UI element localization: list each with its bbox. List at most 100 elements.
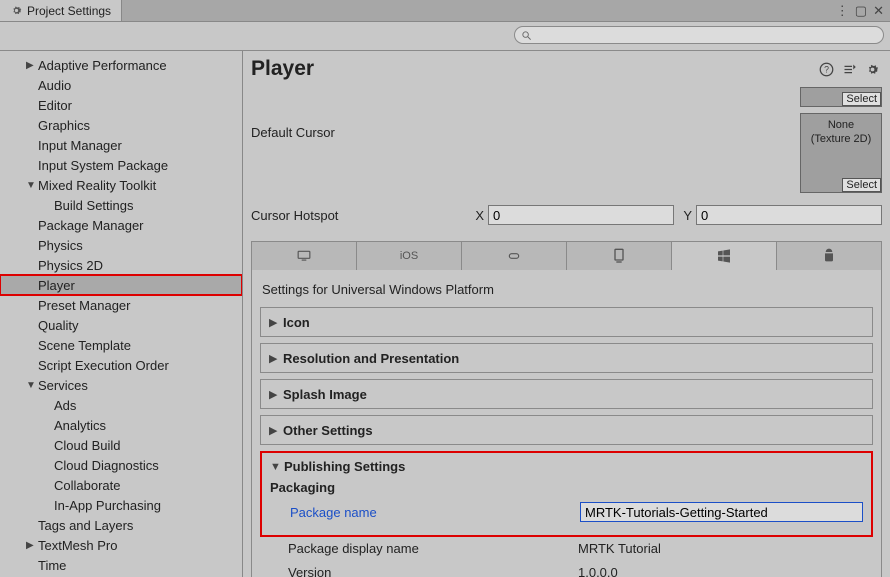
sidebar-item-adaptive-performance[interactable]: ▶Adaptive Performance [0, 55, 242, 75]
sidebar-item-script-execution-order[interactable]: Script Execution Order [0, 355, 242, 375]
page-title: Player [251, 57, 314, 81]
sidebar-item-label: Scene Template [38, 338, 131, 353]
tab-uwp[interactable] [672, 242, 777, 270]
fold-splash[interactable]: ▶ Splash Image [260, 379, 873, 409]
sidebar-item-collaborate[interactable]: Collaborate [0, 475, 242, 495]
main-panel: Player ? Default Cursor Select [243, 51, 890, 577]
publishing-settings-highlight: ▼ Publishing Settings Packaging Package … [260, 451, 873, 537]
sidebar-item-label: Cloud Diagnostics [54, 458, 159, 473]
sidebar-item-label: Adaptive Performance [38, 58, 167, 73]
tab-gamecore[interactable] [462, 242, 567, 270]
sidebar-item-label: Services [38, 378, 88, 393]
version-label: Version [268, 565, 578, 577]
sidebar-item-physics[interactable]: Physics [0, 235, 242, 255]
chevron-down-icon: ▼ [26, 380, 38, 391]
chevron-down-icon: ▼ [270, 461, 284, 473]
sidebar-item-build-settings[interactable]: Build Settings [0, 195, 242, 215]
sidebar-item-label: Collaborate [54, 478, 121, 493]
search-input[interactable] [514, 26, 884, 44]
sidebar-item-tags-and-layers[interactable]: Tags and Layers [0, 515, 242, 535]
sidebar-item-editor[interactable]: Editor [0, 95, 242, 115]
sidebar-item-label: Analytics [54, 418, 106, 433]
sidebar-item-graphics[interactable]: Graphics [0, 115, 242, 135]
sidebar-item-label: Graphics [38, 118, 90, 133]
tab-ios[interactable]: iOS [357, 242, 462, 270]
window-controls: ⋮ ▢ ✕ [836, 3, 890, 19]
sidebar-item-label: Tags and Layers [38, 518, 133, 533]
sidebar-item-scene-template[interactable]: Scene Template [0, 335, 242, 355]
package-name-label[interactable]: Package name [270, 505, 580, 520]
chevron-right-icon: ▶ [269, 388, 283, 401]
tab-title: Project Settings [27, 4, 111, 18]
sidebar-item-quality[interactable]: Quality [0, 315, 242, 335]
sidebar-item-label: Package Manager [38, 218, 144, 233]
sidebar-item-label: Ads [54, 398, 76, 413]
sidebar-item-label: Input System Package [38, 158, 168, 173]
sidebar-item-preset-manager[interactable]: Preset Manager [0, 295, 242, 315]
tab-project-settings[interactable]: Project Settings [0, 0, 122, 21]
fold-resolution[interactable]: ▶ Resolution and Presentation [260, 343, 873, 373]
sidebar-item-label: In-App Purchasing [54, 498, 161, 513]
sidebar-item-in-app-purchasing[interactable]: In-App Purchasing [0, 495, 242, 515]
sidebar-item-services[interactable]: ▼Services [0, 375, 242, 395]
chevron-down-icon: ▼ [26, 180, 38, 191]
hotspot-y-input[interactable] [696, 205, 882, 225]
sidebar-item-ads[interactable]: Ads [0, 395, 242, 415]
picker-type-label: (Texture 2D) [803, 132, 879, 146]
tab-webgl[interactable] [567, 242, 672, 270]
search-icon [521, 30, 532, 41]
sidebar-item-label: Input Manager [38, 138, 122, 153]
sidebar-item-label: TextMesh Pro [38, 538, 117, 553]
sidebar-item-mixed-reality-toolkit[interactable]: ▼Mixed Reality Toolkit [0, 175, 242, 195]
default-icon-picker[interactable]: Select [800, 87, 882, 107]
sidebar-item-label: Preset Manager [38, 298, 131, 313]
tab-android[interactable] [777, 242, 881, 270]
preset-icon[interactable] [842, 62, 857, 77]
version-value: 1.0.0.0 [578, 565, 865, 577]
sidebar-item-time[interactable]: Time [0, 555, 242, 575]
sidebar-item-label: Physics 2D [38, 258, 103, 273]
sidebar-item-textmesh-pro[interactable]: ▶TextMesh Pro [0, 535, 242, 555]
chevron-right-icon: ▶ [26, 60, 38, 71]
x-label: X [470, 208, 484, 223]
sidebar-item-label: Audio [38, 78, 71, 93]
package-display-name-label: Package display name [268, 541, 578, 556]
sidebar-item-package-manager[interactable]: Package Manager [0, 215, 242, 235]
sidebar-item-input-manager[interactable]: Input Manager [0, 135, 242, 155]
sidebar-item-analytics[interactable]: Analytics [0, 415, 242, 435]
sidebar-item-label: Cloud Build [54, 438, 121, 453]
settings-sidebar: ▶Adaptive Performance Audio Editor Graphics… [0, 51, 243, 577]
select-button[interactable]: Select [842, 178, 881, 192]
package-name-input[interactable] [580, 502, 863, 522]
close-icon[interactable]: ✕ [873, 3, 884, 19]
hotspot-x-input[interactable] [488, 205, 674, 225]
platform-tabs: iOS [251, 241, 882, 270]
sidebar-item-label: Editor [38, 98, 72, 113]
default-cursor-label: Default Cursor [251, 125, 561, 140]
sidebar-item-label: Time [38, 558, 66, 573]
sidebar-item-cloud-diagnostics[interactable]: Cloud Diagnostics [0, 455, 242, 475]
sidebar-item-label: Build Settings [54, 198, 134, 213]
sidebar-item-label: Mixed Reality Toolkit [38, 178, 156, 193]
sidebar-item-player[interactable]: Player [0, 275, 242, 295]
svg-text:?: ? [824, 64, 829, 74]
sidebar-item-input-system-package[interactable]: Input System Package [0, 155, 242, 175]
sidebar-item-physics-2d[interactable]: Physics 2D [0, 255, 242, 275]
sidebar-item-audio[interactable]: Audio [0, 75, 242, 95]
maximize-icon[interactable]: ▢ [855, 3, 867, 19]
help-icon[interactable]: ? [819, 62, 834, 77]
sidebar-item-label: Quality [38, 318, 78, 333]
default-cursor-picker[interactable]: None (Texture 2D) Select [800, 113, 882, 193]
fold-icon[interactable]: ▶ Icon [260, 307, 873, 337]
tab-standalone[interactable] [252, 242, 357, 270]
dock-icon[interactable]: ⋮ [836, 3, 849, 19]
fold-publishing[interactable]: ▼ Publishing Settings [270, 459, 863, 474]
sidebar-item-label: Physics [38, 238, 83, 253]
tab-bar: Project Settings ⋮ ▢ ✕ [0, 0, 890, 22]
settings-gear-icon[interactable] [865, 62, 880, 77]
fold-other[interactable]: ▶ Other Settings [260, 415, 873, 445]
sidebar-item-cloud-build[interactable]: Cloud Build [0, 435, 242, 455]
y-label: Y [678, 208, 692, 223]
select-button[interactable]: Select [842, 92, 881, 106]
sidebar-item-label: Script Execution Order [38, 358, 169, 373]
